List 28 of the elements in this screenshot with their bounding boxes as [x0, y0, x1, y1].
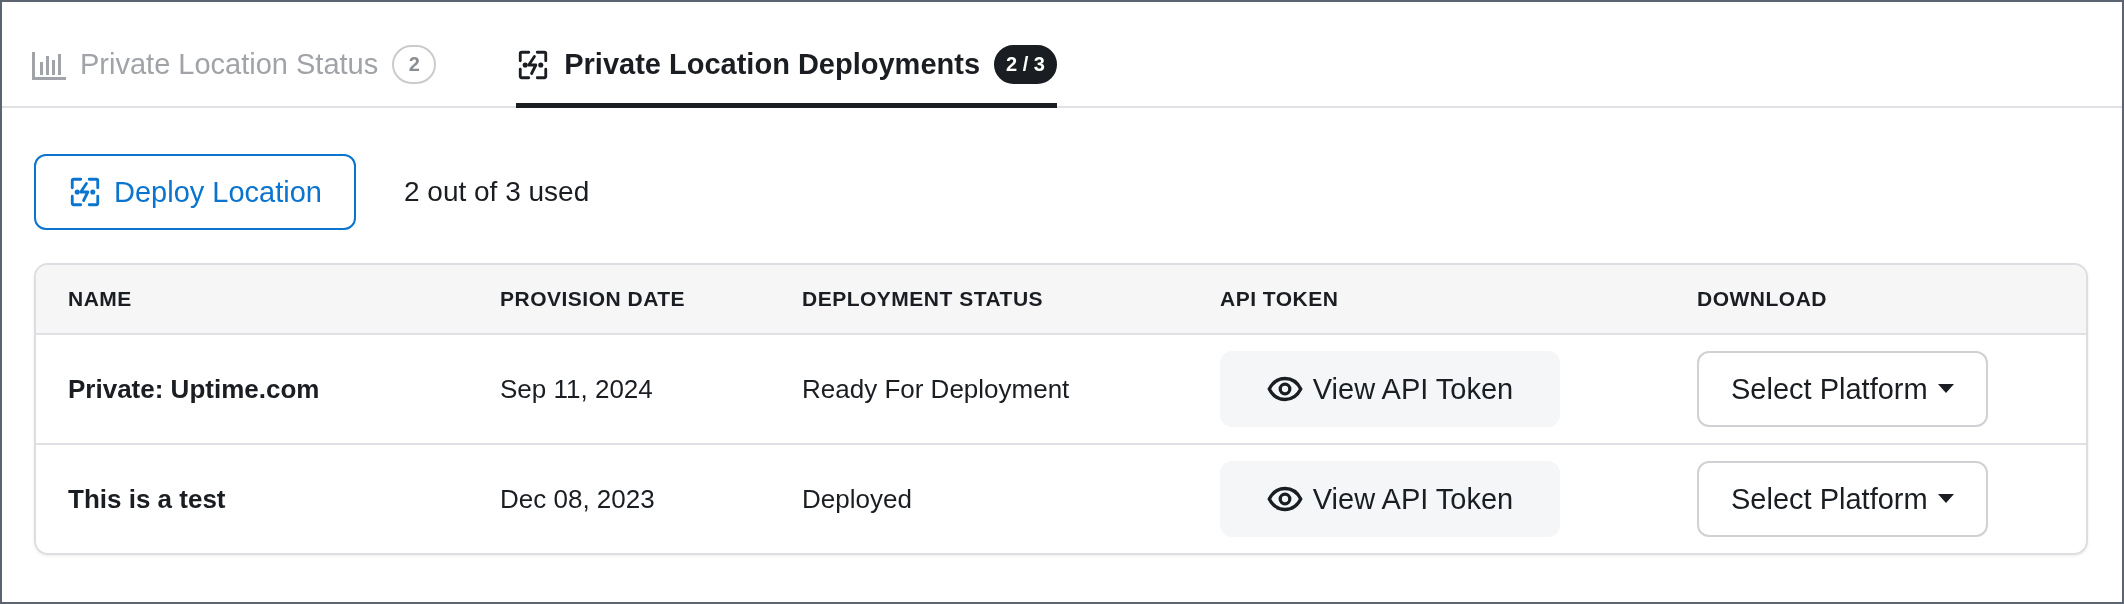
column-header: PROVISION DATE	[500, 287, 687, 311]
tab-label: Private Location Deployments	[564, 48, 980, 81]
view-api-token-button[interactable]: View API Token	[1220, 461, 1560, 537]
location-name: Private: Uptime.com	[68, 373, 320, 404]
column-header: NAME	[68, 287, 133, 311]
caret-icon	[1937, 494, 1954, 504]
column-header: DOWNLOAD	[1697, 287, 1828, 311]
select-platform-dropdown[interactable]: Select Platform	[1697, 351, 1988, 427]
count-badge: 2 / 3	[994, 45, 1057, 84]
provision-date: Dec 08, 2023	[500, 483, 655, 514]
lightning-frame-icon	[68, 175, 102, 209]
count-badge: 2	[392, 45, 437, 84]
deploy-location-button[interactable]: Deploy Location	[34, 154, 356, 230]
deployment-status: Deployed	[802, 483, 912, 514]
column-header: DEPLOYMENT STATUS	[802, 287, 1045, 311]
select-platform-dropdown[interactable]: Select Platform	[1697, 461, 1988, 537]
tab-label: Private Location Status	[80, 48, 379, 81]
eye-icon	[1266, 375, 1303, 403]
usage-text: 2 out of 3 used	[404, 176, 590, 208]
deployment-status: Ready For Deployment	[802, 373, 1070, 404]
tab[interactable]: Private Location Deployments 2 / 3	[516, 2, 1057, 108]
column-header: API TOKEN	[1220, 287, 1340, 311]
caret-icon	[1937, 384, 1954, 394]
location-name: This is a test	[68, 483, 226, 514]
eye-icon	[1266, 485, 1303, 513]
bar-chart-icon	[32, 49, 66, 80]
view-api-token-button[interactable]: View API Token	[1220, 351, 1560, 427]
provision-date: Sep 11, 2024	[500, 373, 653, 404]
